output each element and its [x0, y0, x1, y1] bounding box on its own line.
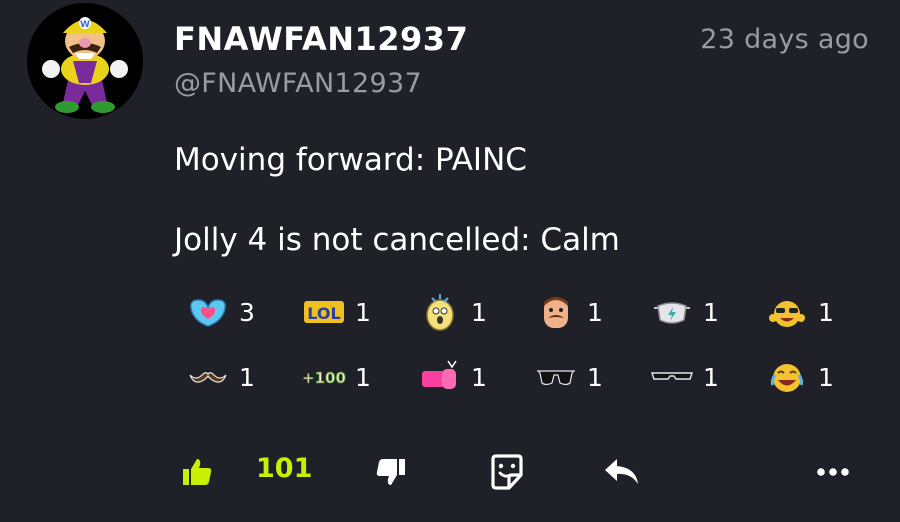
mustache-icon	[189, 372, 227, 383]
reply-icon	[605, 459, 638, 484]
heart-hands-icon	[190, 299, 226, 327]
reply-button[interactable]	[602, 456, 642, 488]
reaction-chip[interactable]: 1	[534, 292, 603, 332]
reaction-count: 1	[471, 297, 487, 327]
lol-sticker-icon: LOL	[304, 301, 344, 323]
thumbs-up-icon	[183, 459, 212, 485]
sunglasses-laugh-icon	[769, 301, 805, 327]
reaction-chip[interactable]: 3	[186, 292, 255, 332]
reaction-chip[interactable]: 1	[765, 292, 834, 332]
svg-text:W: W	[80, 20, 90, 30]
crying-laugh-icon	[770, 364, 804, 392]
thin-sunglasses-icon	[651, 372, 693, 380]
reaction-count: 1	[355, 297, 371, 327]
reaction-count: 1	[239, 362, 255, 392]
reaction-count: 3	[239, 297, 255, 327]
thumbs-down-icon	[376, 459, 405, 485]
reaction-count: 1	[355, 362, 371, 392]
more-icon	[817, 468, 849, 476]
svg-text:+100: +100	[302, 369, 346, 387]
like-button[interactable]	[180, 454, 214, 490]
dark-sunglasses-icon	[536, 370, 576, 386]
author-display-name[interactable]: FNAWFAN12937	[174, 20, 468, 58]
author-handle[interactable]: @FNAWFAN12937	[174, 68, 422, 99]
shocked-egg-icon	[426, 294, 454, 331]
comment-body-line: Jolly 4 is not cancelled: Calm	[174, 222, 620, 258]
reaction-chip[interactable]: 1	[534, 357, 603, 397]
plus-100-icon: +100	[302, 369, 346, 388]
reaction-chip[interactable]: 1	[186, 357, 255, 397]
like-count: 101	[256, 453, 313, 484]
reaction-chip[interactable]: LOL 1	[302, 292, 371, 332]
reaction-count: 1	[703, 297, 719, 327]
reaction-chip[interactable]: 1	[418, 357, 487, 397]
comment-timestamp: 23 days ago	[700, 24, 869, 55]
reaction-chip[interactable]: +100 1	[302, 357, 371, 397]
more-options-button[interactable]	[814, 460, 852, 484]
reaction-count: 1	[587, 297, 603, 327]
comment-body-line: Moving forward: PAINC	[174, 142, 527, 178]
reaction-chip[interactable]: 1	[418, 292, 487, 332]
reaction-chip[interactable]: 1	[765, 357, 834, 397]
reaction-count: 1	[818, 297, 834, 327]
face-mask-icon	[654, 302, 690, 324]
reaction-count: 1	[703, 362, 719, 392]
svg-text:LOL: LOL	[307, 304, 340, 323]
reaction-count: 1	[471, 362, 487, 392]
reaction-chip[interactable]: 1	[650, 357, 719, 397]
mustache-man-icon	[544, 297, 568, 328]
dislike-button[interactable]	[374, 454, 408, 490]
react-button[interactable]	[488, 452, 526, 492]
wario-avatar-icon: W	[27, 3, 143, 119]
pink-fist-icon	[422, 360, 457, 389]
reaction-chip[interactable]: 1	[650, 292, 719, 332]
sticker-icon	[491, 454, 523, 490]
reaction-count: 1	[587, 362, 603, 392]
avatar[interactable]: W	[27, 3, 143, 119]
reaction-count: 1	[818, 362, 834, 392]
